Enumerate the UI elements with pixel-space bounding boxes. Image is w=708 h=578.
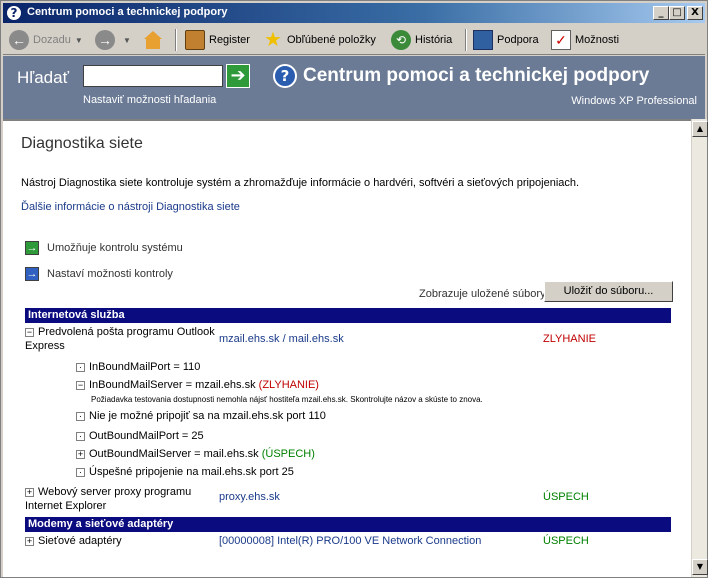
section-header-internet: Internetová služba <box>25 308 671 323</box>
connect-ok-row: · Úspešné pripojenie na mail.ehs.sk port … <box>76 466 294 478</box>
inbound-note: Požiadavka testovania dostupnosti nemohl… <box>91 395 483 404</box>
inbound-server-row[interactable]: − InBoundMailServer = mzail.ehs.sk (ZLYHA… <box>76 379 319 391</box>
star-icon: ★ <box>264 29 282 51</box>
main-content: Diagnostika siete Nástroj Diagnostika si… <box>3 119 691 577</box>
history-label: História <box>415 34 453 46</box>
chevron-down-icon[interactable]: ▼ <box>75 36 83 45</box>
expand-icon[interactable]: + <box>25 487 34 497</box>
back-arrow-icon: ← <box>9 30 29 50</box>
collapse-icon[interactable]: − <box>25 327 34 337</box>
help-center-window: ? Centrum pomoci a technickej podpory _ … <box>0 0 708 578</box>
header-title: Centrum pomoci a technickej podpory <box>303 65 650 86</box>
connect-ok: Úspešné pripojenie na mail.ehs.sk port 2… <box>89 466 294 478</box>
scan-options-label: Nastaví možnosti kontroly <box>47 268 173 280</box>
scroll-down-button[interactable]: ▼ <box>692 559 708 575</box>
saved-files-link[interactable]: Zobrazuje uložené súbory <box>419 288 546 300</box>
options-checkmark-icon: ✓ <box>551 30 571 50</box>
outbound-server-status: (ÚSPECH) <box>261 448 315 460</box>
network-adapters-row[interactable]: + Sieťové adaptéry <box>25 535 122 547</box>
help-logo-icon: ? <box>273 64 297 88</box>
maximize-button[interactable]: □ <box>669 6 685 20</box>
forward-arrow-icon: → <box>95 30 115 50</box>
proxy-name: Webový server proxy programu <box>38 486 192 498</box>
scan-system-action[interactable]: → Umožňuje kontrolu systému <box>25 240 183 256</box>
toolbar-separator <box>465 29 467 51</box>
minimize-button[interactable]: _ <box>653 6 669 20</box>
intro-text: Nástroj Diagnostika siete kontroluje sys… <box>21 177 580 189</box>
search-input[interactable] <box>83 65 223 87</box>
search-label: Hľadať <box>17 68 69 87</box>
close-button[interactable]: X <box>687 6 703 20</box>
connect-fail-row: · Nie je možné pripojiť sa na mzail.ehs.s… <box>76 410 326 422</box>
inbound-port: InBoundMailPort = 110 <box>89 361 201 373</box>
expand-icon[interactable]: + <box>76 449 85 459</box>
connect-fail: Nie je možné pripojiť sa na mzail.ehs.sk… <box>89 410 326 422</box>
arrow-right-icon: ➔ <box>230 65 246 86</box>
scan-options-action[interactable]: → Nastaví možnosti kontroly <box>25 266 173 282</box>
book-icon <box>185 30 205 50</box>
options-label: Možnosti <box>575 34 620 46</box>
favorites-label: Obľúbené položky <box>287 34 376 46</box>
search-options-link[interactable]: Nastaviť možnosti hľadania <box>83 94 216 106</box>
network-adapter-status: ÚSPECH <box>543 535 589 547</box>
proxy-status: ÚSPECH <box>543 491 589 503</box>
back-button[interactable]: ← Dozadu ▼ <box>9 29 83 51</box>
header-subtitle: Windows XP Professional <box>571 95 697 107</box>
chevron-down-icon[interactable]: ▼ <box>123 36 131 45</box>
forward-button[interactable]: → ▼ <box>95 29 131 51</box>
network-adapters-name: Sieťové adaptéry <box>38 535 122 547</box>
toolbar-separator <box>175 29 177 51</box>
arrow-right-icon: → <box>25 241 39 255</box>
favorites-button[interactable]: ★ Obľúbené položky <box>263 29 376 51</box>
leaf-node-icon: · <box>76 467 85 477</box>
save-to-file-button[interactable]: Uložiť do súboru... <box>544 281 673 302</box>
network-adapter-value: [00000008] Intel(R) PRO/100 VE Network C… <box>219 535 482 547</box>
mail-value: mzail.ehs.sk / mail.ehs.sk <box>219 333 344 345</box>
scroll-up-button[interactable]: ▲ <box>692 121 708 137</box>
leaf-node-icon: · <box>76 362 85 372</box>
history-button[interactable]: ⟲ História <box>391 29 452 51</box>
more-info-link[interactable]: Ďalšie informácie o nástroji Diagnostika… <box>21 201 240 213</box>
history-clock-icon: ⟲ <box>391 30 411 50</box>
mail-name-cont: Express <box>25 340 65 352</box>
register-label: Register <box>209 34 250 46</box>
outbound-server: OutBoundMailServer = mail.ehs.sk <box>89 448 259 460</box>
mail-name: Predvolená pošta programu Outlook <box>38 326 215 338</box>
outbound-port: OutBoundMailPort = 25 <box>89 430 204 442</box>
register-button[interactable]: Register <box>185 29 250 51</box>
vertical-scrollbar[interactable]: ▲ ▼ <box>691 119 708 577</box>
support-button[interactable]: Podpora <box>473 29 539 51</box>
outbound-server-row[interactable]: + OutBoundMailServer = mail.ehs.sk (ÚSPEC… <box>76 448 315 460</box>
proxy-row[interactable]: + Webový server proxy programu <box>25 486 191 498</box>
mail-status: ZLYHANIE <box>543 333 596 345</box>
support-icon <box>473 30 493 50</box>
proxy-name-cont: Internet Explorer <box>25 500 107 512</box>
inbound-server: InBoundMailServer = mzail.ehs.sk <box>89 379 256 391</box>
window-title: Centrum pomoci a technickej podpory <box>27 6 228 18</box>
home-icon <box>144 31 162 49</box>
help-question-icon: ? <box>6 5 22 21</box>
expand-icon[interactable]: + <box>25 536 34 546</box>
home-button[interactable] <box>143 29 167 51</box>
leaf-node-icon: · <box>76 431 85 441</box>
title-bar: ? Centrum pomoci a technickej podpory _ … <box>3 3 705 23</box>
section-header-adapters: Modemy a sieťové adaptéry <box>25 517 671 532</box>
mail-row[interactable]: − Predvolená pošta programu Outlook <box>25 326 215 338</box>
search-go-button[interactable]: ➔ <box>226 64 250 88</box>
scan-system-label: Umožňuje kontrolu systému <box>47 242 183 254</box>
inbound-server-status: (ZLYHANIE) <box>258 379 319 391</box>
toolbar: ← Dozadu ▼ → ▼ Register ★ Obľúbené polož… <box>3 25 705 55</box>
back-label: Dozadu <box>33 34 71 46</box>
page-title: Diagnostika siete <box>21 135 143 152</box>
header-band: Hľadať ➔ Nastaviť možnosti hľadania ? Ce… <box>3 56 705 119</box>
collapse-icon[interactable]: − <box>76 380 85 390</box>
arrow-right-icon: → <box>25 267 39 281</box>
proxy-value: proxy.ehs.sk <box>219 491 280 503</box>
inbound-port-row: · InBoundMailPort = 110 <box>76 361 200 373</box>
leaf-node-icon: · <box>76 411 85 421</box>
outbound-port-row: · OutBoundMailPort = 25 <box>76 430 204 442</box>
options-button[interactable]: ✓ Možnosti <box>551 29 619 51</box>
support-label: Podpora <box>497 34 539 46</box>
